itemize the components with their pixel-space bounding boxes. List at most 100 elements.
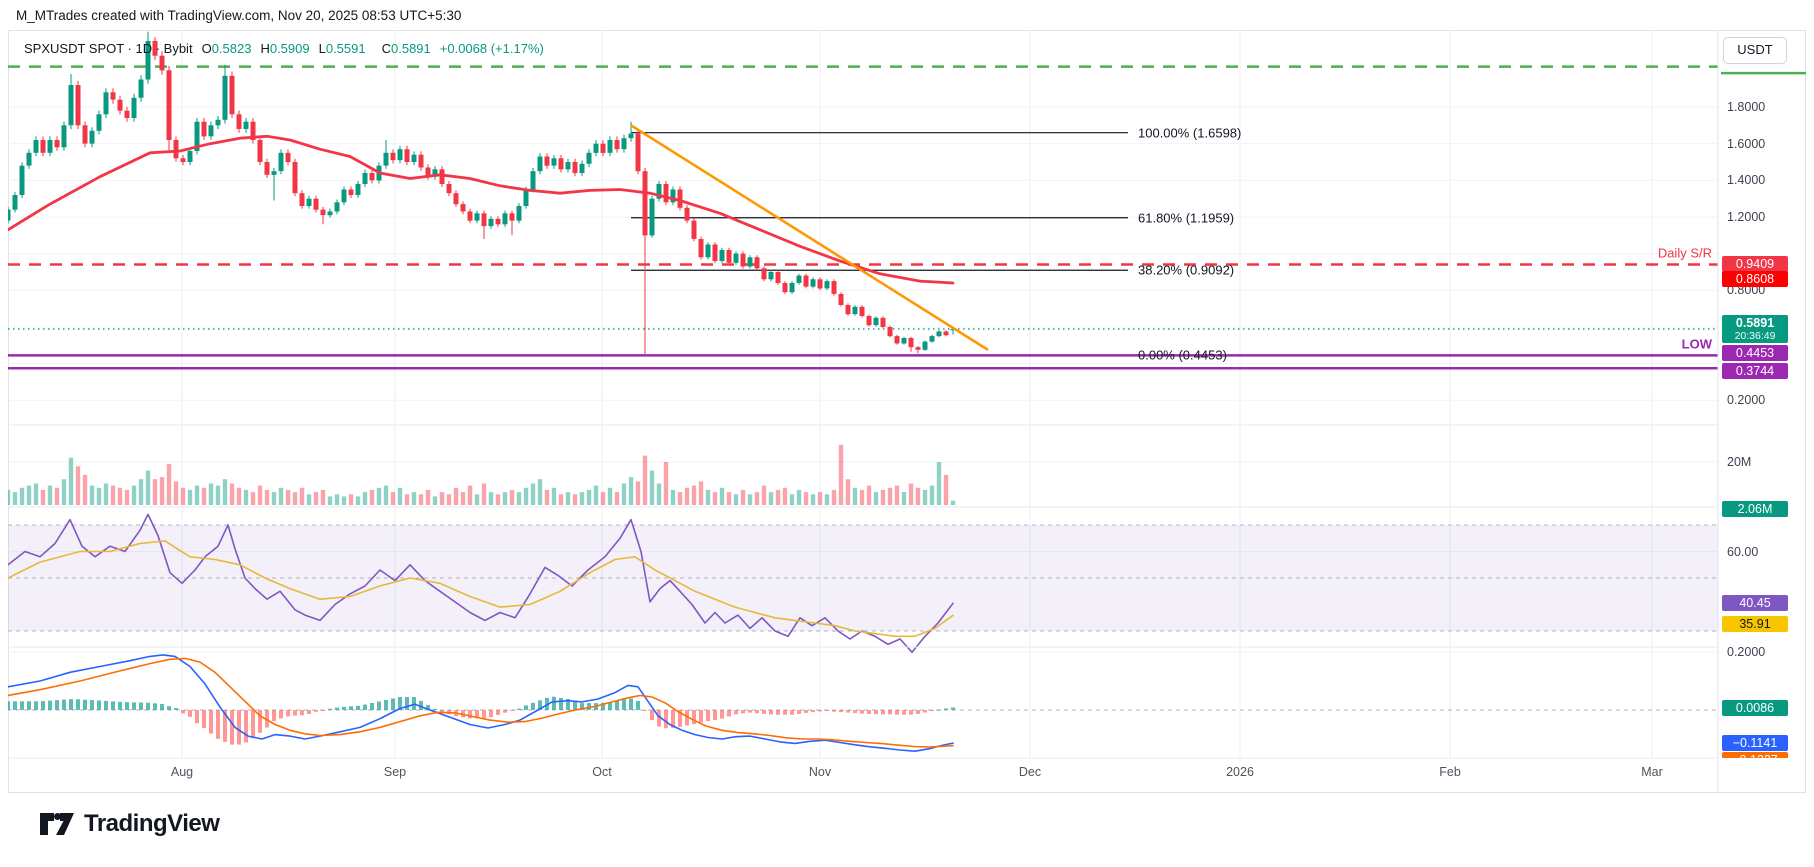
macd-histogram-bar (13, 701, 17, 710)
symbol-title: SPXUSDT SPOT · 1D · Bybit (24, 41, 193, 56)
candle-body (167, 70, 172, 140)
volume-bar (489, 492, 493, 505)
legend-o-value: 0.5823 (212, 41, 252, 56)
descending-trendline (631, 125, 988, 350)
candle-body (867, 316, 872, 325)
time-label-Feb: Feb (1439, 765, 1461, 779)
volume-bar (811, 494, 815, 505)
volume-bar (454, 488, 458, 505)
candle-body (328, 212, 333, 216)
macd-histogram-bar (699, 710, 703, 722)
candle-body (118, 100, 123, 111)
volume-bar (83, 475, 87, 505)
macd-histogram-bar (825, 710, 829, 711)
volume-bar (412, 492, 416, 505)
macd-label-0.0086: 0.0086 (1722, 700, 1788, 716)
chart-canvas[interactable] (0, 0, 1814, 867)
macd-histogram-bar (510, 710, 514, 711)
volume-bar (349, 494, 353, 505)
fib-label: 0.00% (0.4453) (1138, 348, 1227, 363)
macd-histogram-bar (524, 705, 528, 710)
volume-bar (118, 488, 122, 505)
candle-body (930, 336, 935, 342)
volume-bar (895, 486, 899, 505)
candle-body (937, 332, 942, 337)
macd-histogram-bar (706, 710, 710, 721)
volume-bar (97, 488, 101, 505)
volume-bar (244, 490, 248, 505)
candle-body (97, 114, 102, 131)
macd-histogram-bar (48, 701, 52, 710)
volume-bar (853, 488, 857, 505)
price-label-0.4453: 0.4453 (1722, 345, 1788, 361)
volume-bar (909, 484, 913, 506)
macd-histogram-bar (300, 710, 304, 715)
candle-body (216, 120, 221, 126)
macd-histogram-bar (944, 709, 948, 711)
candle-body (405, 149, 410, 162)
macd-histogram-bar (97, 701, 101, 711)
time-label-Sep: Sep (384, 765, 406, 779)
macd-histogram-bar (153, 703, 157, 710)
price-scale[interactable]: 1.80001.60001.40001.20000.80000.200020M6… (1719, 30, 1814, 758)
macd-histogram-bar (321, 710, 325, 711)
candle-body (797, 276, 802, 283)
volume-bar (146, 471, 150, 505)
candle-body (510, 213, 515, 220)
volume-bar (195, 486, 199, 505)
volume-bar (335, 494, 339, 505)
candle-body (279, 153, 284, 171)
macd-histogram-bar (342, 707, 346, 710)
price-label-0.3744: 0.3744 (1722, 363, 1788, 379)
volume-bar (314, 492, 318, 505)
volume-bar (202, 488, 206, 505)
volume-bar (601, 492, 605, 505)
volume-bar (643, 456, 647, 505)
volume-bar (741, 490, 745, 505)
candle-body (111, 92, 116, 99)
volume-bar (181, 488, 185, 505)
macd-histogram-bar (125, 702, 129, 710)
volume-bar (944, 475, 948, 505)
macd-histogram-bar (6, 701, 10, 710)
candle-body (62, 125, 67, 147)
volume-bar (762, 486, 766, 505)
volume-bar (188, 490, 192, 505)
rsi-label-35.91: 35.91 (1722, 616, 1788, 632)
legend-c-label: C (382, 41, 391, 56)
volume-bar (937, 462, 941, 505)
macd-histogram-bar (720, 710, 724, 719)
volume-bar (230, 484, 234, 506)
volume-bar (545, 490, 549, 505)
candle-body (349, 190, 354, 196)
volume-bar (160, 477, 164, 505)
macd-histogram-bar (804, 710, 808, 713)
volume-bar (482, 484, 486, 506)
volume-bar (391, 492, 395, 505)
volume-bar (748, 494, 752, 505)
candle-body (580, 164, 585, 173)
currency-toggle-button[interactable]: USDT (1723, 37, 1787, 64)
candle-body (601, 144, 606, 153)
volume-bar (902, 492, 906, 505)
time-scale[interactable]: AugSepOctNovDec2026FebMar (8, 758, 1718, 793)
fib-label: 100.00% (1.6598) (1138, 125, 1241, 140)
volume-bar (174, 481, 178, 505)
volume-bar (867, 486, 871, 505)
candle-body (783, 283, 788, 292)
volume-bar (111, 486, 115, 505)
volume-bar (279, 488, 283, 505)
candle-body (475, 213, 480, 220)
macd-histogram-bar (216, 710, 220, 739)
candle-body (643, 171, 648, 235)
volume-bar (321, 490, 325, 505)
candle-body (776, 272, 781, 283)
macd-histogram-bar (503, 710, 507, 713)
price-label-0.5891: 0.589120:36:49 (1722, 315, 1788, 343)
macd-histogram-bar (853, 710, 857, 713)
volume-bar (398, 488, 402, 505)
volume-bar (209, 484, 213, 506)
symbol-legend[interactable]: SPXUSDT SPOT · 1D · BybitO0.5823H0.5909L… (24, 41, 544, 56)
macd-histogram-bar (69, 699, 73, 710)
plot-area[interactable] (6, 30, 1719, 758)
